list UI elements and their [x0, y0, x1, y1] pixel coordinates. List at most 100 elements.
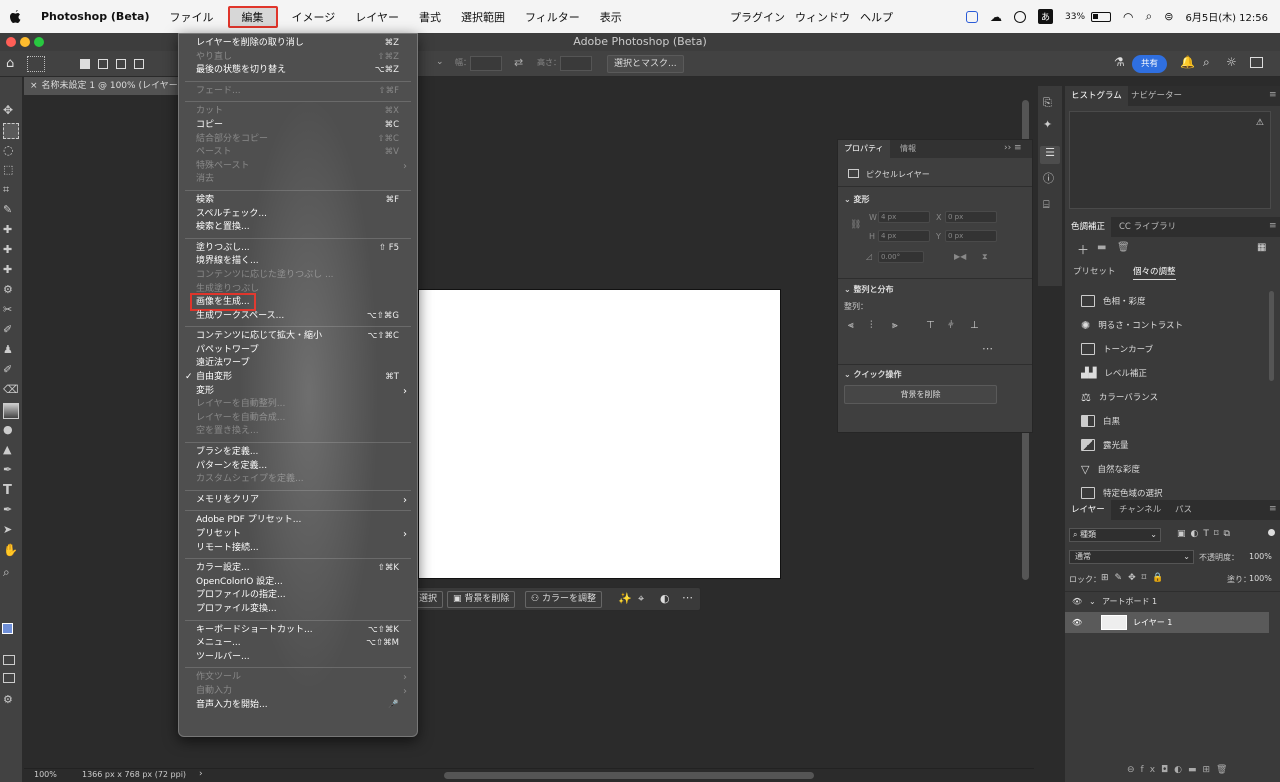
new-selection-icon[interactable]: [80, 59, 90, 69]
intersect-selection-icon[interactable]: [134, 59, 144, 69]
adj-hue-saturation[interactable]: 色相・彩度: [1081, 292, 1146, 310]
history-brush-tool-icon[interactable]: ✐: [3, 363, 19, 379]
histogram-menu-icon[interactable]: ≡: [1269, 90, 1277, 100]
tab-individual-adjustments[interactable]: 個々の調整: [1133, 265, 1176, 280]
creative-cloud-icon[interactable]: ☁: [990, 10, 1002, 24]
y-input[interactable]: 0 px: [945, 230, 997, 242]
edit-menu-item[interactable]: 遠近法ワープ: [179, 357, 417, 371]
direct-select-tool-icon[interactable]: ➤: [3, 523, 19, 539]
adjust-color-button[interactable]: ⚇ カラーを調整: [525, 591, 602, 608]
menu-edit[interactable]: 編集: [227, 5, 278, 28]
edit-menu-item[interactable]: メモリをクリア ›: [179, 494, 417, 508]
layer-footer-icons[interactable]: ⊖fx◘◐▬⊞🗑: [1127, 765, 1233, 775]
w-input[interactable]: 4 px: [878, 211, 930, 223]
brush-tool-icon[interactable]: ✐: [3, 323, 19, 339]
object-select-tool-icon[interactable]: ⬚: [3, 163, 19, 179]
menu-select[interactable]: 選択範囲: [451, 0, 515, 33]
tab-histogram[interactable]: ヒストグラム: [1065, 86, 1128, 106]
transform-icon[interactable]: ⌖: [638, 592, 644, 606]
edit-menu-item[interactable]: OpenColorIO 設定...: [179, 576, 417, 590]
h-input[interactable]: 4 px: [878, 230, 930, 242]
horizontal-scrollbar[interactable]: [444, 772, 814, 779]
opacity-input[interactable]: 100%: [1249, 550, 1272, 564]
quick-mask-icon[interactable]: [3, 655, 15, 665]
align-bottom-icon[interactable]: ⊥: [970, 320, 979, 331]
adj-curves[interactable]: トーンカーブ: [1081, 340, 1153, 358]
width-input[interactable]: [470, 56, 502, 71]
flip-v-icon[interactable]: ⧗: [982, 252, 988, 262]
type-tool-icon[interactable]: T: [3, 483, 19, 499]
swap-icon[interactable]: ⇄: [514, 56, 523, 69]
edit-menu-item[interactable]: スペルチェック...: [179, 208, 417, 222]
align-right-icon[interactable]: ⫸: [892, 320, 898, 331]
menu-type[interactable]: 書式: [409, 0, 451, 33]
adj-levels[interactable]: ▟▟ レベル補正: [1081, 364, 1147, 382]
document-tab[interactable]: × 名称未設定 1 @ 100% (レイヤー: [24, 77, 184, 95]
grid-view-icon[interactable]: ▦: [1257, 242, 1266, 253]
eyedropper-tool-icon[interactable]: ✎: [3, 203, 19, 219]
hand-tool-icon[interactable]: ✋: [3, 543, 19, 559]
align-left-icon[interactable]: ⫷: [848, 320, 854, 331]
edit-menu-item[interactable]: 変形 ›: [179, 385, 417, 399]
lasso-tool-icon[interactable]: ◌: [3, 143, 19, 159]
align-middle-v-icon[interactable]: ⫩: [948, 320, 954, 331]
generate-image-menu-item[interactable]: 画像を生成...: [179, 293, 417, 312]
tab-presets[interactable]: プリセット: [1073, 265, 1116, 277]
mask-icon[interactable]: ◐: [660, 592, 670, 605]
history-panel-icon[interactable]: ⎘: [1043, 96, 1052, 110]
filter-toggle[interactable]: [1268, 529, 1275, 536]
edit-menu-item[interactable]: ✓ 自由変形 ⌘T: [179, 371, 417, 385]
pen-tool-icon[interactable]: ✒: [3, 463, 19, 479]
add-selection-icon[interactable]: [98, 59, 108, 69]
tab-info[interactable]: 情報: [894, 140, 922, 158]
gradient-tool-icon[interactable]: [3, 403, 19, 419]
search-icon-ps[interactable]: ⌕: [1203, 55, 1210, 70]
edit-menu-item[interactable]: 検索 ⌘F: [179, 194, 417, 208]
link-icon[interactable]: ⛓: [850, 220, 861, 230]
select-and-mask-button[interactable]: 選択とマスク...: [607, 55, 684, 73]
angle-input[interactable]: 0.00°: [878, 251, 924, 263]
battery-percent[interactable]: 33%: [1065, 12, 1085, 22]
status-arrow-icon[interactable]: ›: [199, 769, 203, 779]
stamp-tool-icon[interactable]: ♟: [3, 343, 19, 359]
user-icon[interactable]: [1014, 10, 1026, 23]
edit-menu-item[interactable]: 検索と置換...: [179, 221, 417, 235]
menu-file[interactable]: ファイル: [160, 0, 224, 33]
wifi-icon[interactable]: ◠: [1123, 10, 1133, 24]
edit-menu-item[interactable]: 塗りつぶし... ⇧ F5: [179, 242, 417, 256]
subtract-selection-icon[interactable]: [116, 59, 126, 69]
menu-view[interactable]: 表示: [590, 0, 632, 33]
extension-icon[interactable]: [966, 10, 978, 23]
dodge-tool-icon[interactable]: ▲: [3, 443, 19, 459]
layer-row[interactable]: 👁 レイヤー 1: [1065, 612, 1269, 633]
flask-icon[interactable]: ⚗: [1114, 55, 1125, 69]
edit-menu-item[interactable]: プリセット ›: [179, 528, 417, 542]
properties-panel-icon[interactable]: ☰: [1040, 146, 1060, 164]
edit-menu-item[interactable]: カラー設定... ⇧⌘K: [179, 562, 417, 576]
remove-tool-icon[interactable]: ✚: [3, 243, 19, 259]
align-top-icon[interactable]: ⊤: [926, 320, 935, 331]
minimize-window-button[interactable]: [20, 37, 30, 47]
magic-wand-icon[interactable]: ✨: [618, 592, 632, 605]
adj-black-white[interactable]: 白黒: [1081, 412, 1120, 430]
menu-plugins[interactable]: プラグイン: [720, 0, 795, 33]
edit-menu-item[interactable]: ツールバー...: [179, 651, 417, 665]
zoom-window-button[interactable]: [34, 37, 44, 47]
edit-menu-item[interactable]: 生成ワークスペース... ⌥⇧⌘G: [179, 310, 417, 324]
eye-icon[interactable]: 👁: [1072, 592, 1082, 612]
menu-image[interactable]: イメージ: [282, 0, 346, 33]
document-canvas[interactable]: [418, 289, 781, 579]
blur-tool-icon[interactable]: ●: [3, 423, 19, 439]
select-subject-button[interactable]: 選択: [414, 591, 444, 608]
fill-input[interactable]: 100%: [1249, 572, 1272, 586]
generate-panel-icon[interactable]: ✦: [1043, 118, 1052, 131]
artboard-row[interactable]: 👁 ⌄ アートボード 1: [1065, 592, 1269, 612]
apple-icon[interactable]: [0, 0, 31, 33]
marquee-tool-preset-icon[interactable]: [27, 56, 45, 72]
content-aware-tool-icon[interactable]: ⚙: [3, 283, 19, 299]
menu-window[interactable]: ウィンドウ: [785, 0, 860, 33]
rect-marquee-tool-icon[interactable]: [3, 123, 19, 139]
remove-background-button[interactable]: 背景を削除: [844, 385, 997, 404]
screen-mode-icon[interactable]: [3, 673, 15, 683]
tab-channels[interactable]: チャンネル: [1113, 500, 1167, 520]
